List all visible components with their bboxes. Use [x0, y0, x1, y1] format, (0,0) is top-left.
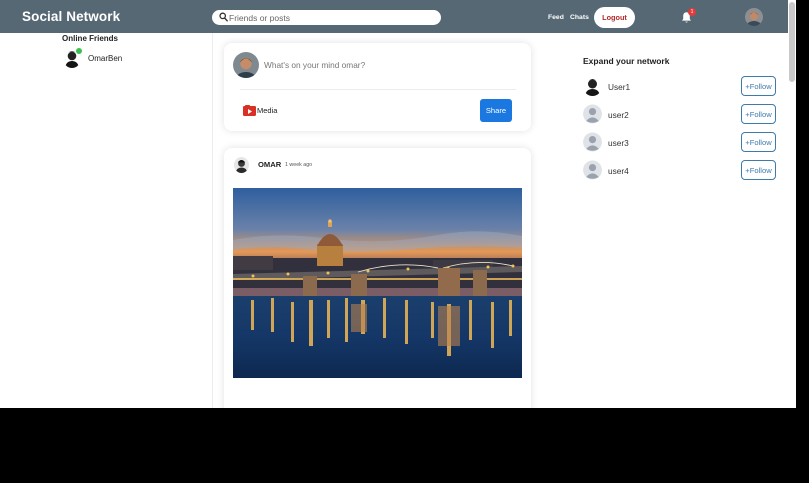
search-input[interactable]: [229, 10, 434, 25]
search-box[interactable]: [212, 10, 441, 25]
default-avatar-icon[interactable]: [583, 132, 602, 152]
follow-button[interactable]: +Follow: [741, 76, 776, 96]
search-icon: [219, 12, 228, 22]
user-name[interactable]: User1: [608, 82, 630, 92]
create-post-card: Media Share: [224, 43, 531, 131]
composer-divider: [240, 89, 516, 90]
default-avatar-icon[interactable]: [583, 104, 602, 124]
media-icon: [243, 105, 256, 116]
follow-button[interactable]: +Follow: [741, 104, 776, 124]
nav-feed-link[interactable]: Feed: [548, 14, 564, 21]
follow-button[interactable]: +Follow: [741, 132, 776, 152]
default-avatar-icon[interactable]: [583, 160, 602, 180]
nav-chats-link[interactable]: Chats: [570, 14, 589, 21]
post-author-name[interactable]: OMAR: [258, 160, 281, 169]
post-image[interactable]: [233, 188, 522, 378]
suggested-user-item: user3 +Follow: [583, 132, 777, 154]
suggested-user-item: user2 +Follow: [583, 104, 777, 126]
composer-avatar: [233, 52, 259, 78]
page-scrollbar[interactable]: [788, 0, 796, 408]
scrollbar-thumb[interactable]: [789, 2, 795, 82]
post-author-avatar[interactable]: [234, 157, 249, 173]
post-text-input[interactable]: [264, 58, 514, 72]
logout-button[interactable]: Logout: [594, 7, 635, 28]
post-card: OMAR 1 week ago: [224, 148, 531, 408]
media-option[interactable]: Media: [243, 104, 283, 118]
online-friend-item[interactable]: OmarBen: [63, 48, 163, 68]
user-name[interactable]: user4: [608, 166, 629, 176]
user-name[interactable]: user2: [608, 110, 629, 120]
expand-network-title: Expand your network: [583, 56, 670, 66]
profile-avatar[interactable]: [745, 8, 763, 26]
top-navbar: Social Network Feed Chats Logout 1: [0, 0, 788, 33]
left-sidebar-divider: [212, 33, 213, 408]
share-button[interactable]: Share: [480, 99, 512, 122]
brand-logo[interactable]: Social Network: [22, 9, 120, 24]
online-status-dot: [76, 48, 82, 54]
follow-button[interactable]: +Follow: [741, 160, 776, 180]
user-name[interactable]: user3: [608, 138, 629, 148]
online-friends-title: Online Friends: [62, 34, 119, 43]
friend-name: OmarBen: [88, 54, 123, 63]
suggested-user-item: user4 +Follow: [583, 160, 777, 182]
suggested-user-item: User1 +Follow: [583, 76, 777, 98]
user-avatar[interactable]: [583, 76, 602, 96]
post-timestamp: 1 week ago: [285, 162, 313, 168]
notification-badge: 1: [688, 8, 696, 16]
app-window: Social Network Feed Chats Logout 1 Onl: [0, 0, 788, 408]
media-label: Media: [257, 106, 278, 115]
